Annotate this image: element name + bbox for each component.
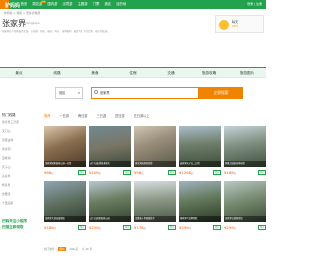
product-caption: 凤凰古城夜景休闲游 xyxy=(224,161,266,167)
search-button[interactable]: 立即搜索 xyxy=(199,87,243,99)
sidebar-link[interactable]: 凤凰古城 xyxy=(2,138,13,142)
footer-price: ¥98 起 xyxy=(69,248,78,251)
product-price: ¥68起 xyxy=(44,170,54,175)
sidebar-link[interactable]: 宝峰湖 xyxy=(2,156,10,160)
sub-navbar: 景点 线路 美食 住宿 交通 旅游攻略 旅游图片 xyxy=(0,67,266,78)
product-card[interactable]: 张家界大峡谷玻璃桥 ¥188起 特价 xyxy=(44,181,86,233)
duration-tabs: 推荐 一日游 两日游 三日游 四日游 五日游以上 xyxy=(44,113,159,118)
sidebar-link[interactable]: 袁家界 xyxy=(2,174,10,178)
subnav-item-spots[interactable]: 景点 xyxy=(0,68,38,77)
sun-icon xyxy=(219,20,229,30)
search-category-value: 景区 xyxy=(59,91,66,95)
subnav-item-photos[interactable]: 旅游图片 xyxy=(228,68,266,77)
breadcrumb: 驴妈妈 > 湖南 > 张家界旅游 xyxy=(4,11,41,15)
product-caption: 天门山玻璃栈道观光 xyxy=(89,161,131,167)
nav-item-domestic[interactable]: 国内游 xyxy=(45,0,60,9)
nav-item-nearby[interactable]: 周边游 xyxy=(30,0,46,9)
weather-temperature: 22℃ xyxy=(232,25,239,28)
product-card[interactable]: 凤凰古城夜景休闲游 ¥168起 特价 xyxy=(224,126,266,178)
subnav-item-food[interactable]: 美食 xyxy=(76,68,114,77)
product-price: ¥299起 xyxy=(179,225,192,230)
main-nav: 首页 周边游 国内游 出境游 主题游 门票 酒店 目的地 xyxy=(18,0,129,9)
tab-three-day[interactable]: 三日游 xyxy=(97,113,107,118)
sidebar-link[interactable]: 黄龙洞 xyxy=(2,147,10,151)
nav-item-hotel[interactable]: 酒店 xyxy=(102,0,114,9)
subnav-item-transport[interactable]: 交通 xyxy=(152,68,190,77)
product-price: ¥168起 xyxy=(224,170,237,175)
destination-description: 张家界位于湖南省西北部，以奇峰、怪石、幽谷、秀水、溶洞著称，被誉为扩大的盆景、缩… xyxy=(2,30,110,33)
search-icon xyxy=(94,90,98,94)
list-footer: 热门推荐 特价 ¥98 起 共 46 条 xyxy=(44,247,96,251)
nav-item-destination[interactable]: 目的地 xyxy=(114,0,129,9)
search-category-select[interactable]: 景区 ▼ xyxy=(55,87,83,99)
product-price: ¥188起 xyxy=(44,225,57,230)
chevron-down-icon: ▼ xyxy=(78,92,80,95)
search-bar: 景区 ▼ 张家界 立即搜索 xyxy=(55,87,243,99)
product-tag: 特价 xyxy=(123,170,131,176)
product-price: ¥258起 xyxy=(89,225,102,230)
footer-count: 共 46 条 xyxy=(81,248,93,251)
product-caption: 天门山国家森林公园 xyxy=(89,216,131,222)
product-caption: 张家界国家森林公园一日游 xyxy=(44,161,86,167)
footer-label: 热门推荐 xyxy=(44,248,55,251)
product-tag: 特价 xyxy=(258,225,266,231)
product-tag: 特价 xyxy=(258,170,266,176)
product-card[interactable]: 袁家界天子山二日游 ¥1268起 特价 xyxy=(179,126,221,178)
tab-two-day[interactable]: 两日游 xyxy=(78,113,88,118)
product-tag: 特价 xyxy=(78,170,86,176)
product-caption: 金鞭溪十里画廊徒步 xyxy=(134,216,176,222)
subnav-item-guide[interactable]: 旅游攻略 xyxy=(190,68,228,77)
product-tag: 特价 xyxy=(123,225,131,231)
sidebar-title: 热门线路 xyxy=(2,113,16,117)
product-card[interactable]: 黄龙洞溶洞奇观游 ¥98起 特价 xyxy=(134,126,176,178)
footer-badge: 特价 xyxy=(58,247,66,251)
sidebar-link[interactable]: 张家界三日游 xyxy=(2,120,19,124)
nav-item-tickets[interactable]: 门票 xyxy=(90,0,102,9)
weather-widget: 晴天 22℃ xyxy=(215,15,264,33)
product-caption: 黄龙洞溶洞奇观游 xyxy=(134,161,176,167)
product-tag: 特价 xyxy=(213,170,221,176)
page-title-pinyin: Zhangjiajie xyxy=(23,21,40,25)
product-caption: 杨家界乌龙寨探险 xyxy=(179,216,221,222)
tab-one-day[interactable]: 一日游 xyxy=(59,113,69,118)
tab-five-plus-day[interactable]: 五日游以上 xyxy=(134,113,150,118)
product-price: ¥178起 xyxy=(134,225,147,230)
product-card[interactable]: 天门山国家森林公园 ¥258起 特价 xyxy=(89,181,131,233)
product-card[interactable]: 张家界宝峰湖游船 ¥299起 特价 xyxy=(224,181,266,233)
product-price: ¥98起 xyxy=(134,170,144,175)
weather-label: 晴天 xyxy=(232,20,239,24)
login-register-link[interactable]: 登录 | 注册 xyxy=(247,0,262,9)
search-input[interactable]: 张家界 xyxy=(91,87,199,99)
product-card[interactable]: 杨家界乌龙寨探险 ¥299起 特价 xyxy=(179,181,221,233)
sidebar-promo[interactable]: 扫码关注小程序 扫描立即领取 xyxy=(0,218,38,248)
promo-line-2: 扫描立即领取 xyxy=(2,225,24,229)
tab-four-day[interactable]: 四日游 xyxy=(115,113,125,118)
top-navbar: 驴妈妈 首页 周边游 国内游 出境游 主题游 门票 酒店 目的地 登录 | 注册 xyxy=(0,0,266,9)
nav-item-theme[interactable]: 主题游 xyxy=(75,0,90,9)
product-caption: 张家界大峡谷玻璃桥 xyxy=(44,216,86,222)
nav-item-outbound[interactable]: 出境游 xyxy=(60,0,75,9)
product-tag: 特价 xyxy=(78,225,86,231)
sidebar-link[interactable]: 金鞭溪 xyxy=(2,192,10,196)
product-caption: 张家界宝峰湖游船 xyxy=(224,216,266,222)
product-tag: 特价 xyxy=(168,170,176,176)
nav-item-home[interactable]: 首页 xyxy=(18,0,30,9)
product-price: ¥299起 xyxy=(224,225,237,230)
subnav-item-stay[interactable]: 住宿 xyxy=(114,68,152,77)
sidebar-link[interactable]: 天子山 xyxy=(2,165,10,169)
sidebar-link[interactable]: 十里画廊 xyxy=(2,201,13,205)
product-card[interactable]: 天门山玻璃栈道观光 ¥108起 特价 xyxy=(89,126,131,178)
sidebar: 热门线路 张家界三日游 天门山 凤凰古城 黄龙洞 宝峰湖 天子山 袁家界 杨家界… xyxy=(0,112,38,258)
product-price: ¥1268起 xyxy=(179,170,194,175)
tab-recommended[interactable]: 推荐 xyxy=(44,113,50,118)
product-price: ¥108起 xyxy=(89,170,102,175)
sidebar-link[interactable]: 天门山 xyxy=(2,129,10,133)
subnav-item-routes[interactable]: 线路 xyxy=(38,68,76,77)
product-caption: 袁家界天子山二日游 xyxy=(179,161,221,167)
product-card[interactable]: 张家界国家森林公园一日游 ¥68起 特价 xyxy=(44,126,86,178)
product-card[interactable]: 金鞭溪十里画廊徒步 ¥178起 特价 xyxy=(134,181,176,233)
sidebar-link[interactable]: 杨家界 xyxy=(2,183,10,187)
product-tag: 特价 xyxy=(213,225,221,231)
product-tag: 特价 xyxy=(168,225,176,231)
